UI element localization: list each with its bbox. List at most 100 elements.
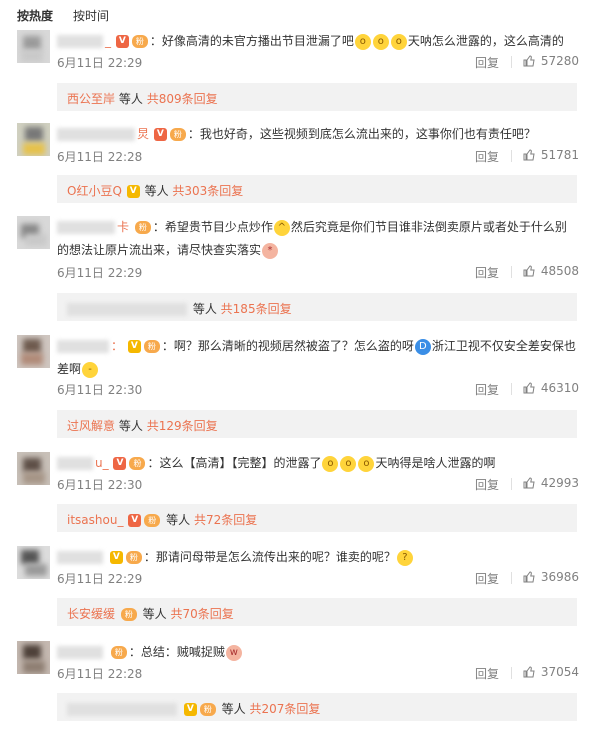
comment-time: 6月11日 22:28 <box>57 667 143 681</box>
thumb-up-icon <box>523 382 535 394</box>
reply-button[interactable]: 回复 <box>475 476 499 493</box>
avatar[interactable] <box>17 123 50 156</box>
sub-replies[interactable]: 过风解意 等人 共129条回复 <box>57 410 577 438</box>
vip-badge-icon: V <box>128 514 142 527</box>
reply-button[interactable]: 回复 <box>475 665 499 682</box>
surprised-emoji-icon: o <box>322 455 339 472</box>
like-button[interactable]: 46310 <box>519 381 579 395</box>
sort-by-time-tab[interactable]: 按时间 <box>73 7 109 24</box>
comment-text: 炅 V 粉：我也好奇，这些视频到底怎么流出来的，这事你们也有责任吧？ <box>57 123 585 145</box>
vip-badge-icon: V <box>183 703 197 716</box>
sub-reply-count-link[interactable]: 共72条回复 <box>194 513 257 527</box>
sub-reply-user[interactable]: itsashou_ <box>67 513 123 527</box>
comment-meta: 6月11日 22:28 回复 37054 <box>57 665 579 681</box>
like-count: 42993 <box>540 476 579 490</box>
sub-reply-user[interactable] <box>67 303 187 316</box>
username[interactable] <box>57 646 103 659</box>
sub-replies[interactable]: V粉 等人 共207条回复 <box>57 693 577 721</box>
username-tail[interactable]: 卡 <box>117 220 129 234</box>
sort-bar: 按热度 按时间 <box>0 0 596 28</box>
comment-body: ：这么【高清】【完整】的泄露了 <box>147 456 322 470</box>
sub-reply-count-link[interactable]: 共207条回复 <box>250 702 321 716</box>
username[interactable] <box>57 340 109 353</box>
sub-reply-count-link[interactable]: 共129条回复 <box>147 419 218 433</box>
sub-reply-user[interactable] <box>67 703 177 716</box>
divider <box>511 150 512 162</box>
like-button[interactable]: 42993 <box>519 476 579 490</box>
bow-emoji-icon: * <box>262 242 279 259</box>
username[interactable] <box>57 128 135 141</box>
comment-body: ：啊？那么清晰的视频居然被盗了？怎么盗的呀 <box>161 339 414 353</box>
sub-replies[interactable]: 长安缓缓 粉 等人 共70条回复 <box>57 598 577 626</box>
surprised-emoji-icon: o <box>358 455 375 472</box>
comment-text-line2: 差啊 - <box>57 358 585 380</box>
comment-meta: 6月11日 22:29 回复 57280 <box>57 54 579 70</box>
comment-time: 6月11日 22:29 <box>57 266 143 280</box>
username-tail[interactable]: ： <box>111 339 123 353</box>
reply-button[interactable]: 回复 <box>475 54 499 71</box>
like-button[interactable]: 51781 <box>519 148 579 162</box>
username[interactable] <box>57 35 103 48</box>
comment-body: ：我也好奇，这些视频到底怎么流出来的，这事你们也有责任吧？ <box>187 127 536 141</box>
username-tail[interactable]: _ <box>105 34 111 48</box>
sub-reply-count-link[interactable]: 共303条回复 <box>172 184 243 198</box>
sub-reply-mid: 等人 <box>144 184 169 198</box>
avatar[interactable] <box>17 452 50 485</box>
comment-body-cont: 天呐怎么泄露的，这么高清的 <box>407 34 564 48</box>
sub-replies[interactable]: itsashou_ V粉 等人 共72条回复 <box>57 504 577 532</box>
vip-badge-icon: V <box>127 340 141 353</box>
comment-meta: 6月11日 22:29 回复 48508 <box>57 264 579 280</box>
like-count: 37054 <box>540 665 579 679</box>
comment-meta: 6月11日 22:28 回复 51781 <box>57 148 579 164</box>
avatar[interactable] <box>17 546 50 579</box>
avatar[interactable] <box>17 335 50 368</box>
thumb-up-icon <box>523 55 535 67</box>
username-tail[interactable]: 炅 <box>137 127 149 141</box>
sub-reply-user[interactable]: O红小豆Q <box>67 184 122 198</box>
sort-by-hot-tab[interactable]: 按热度 <box>17 7 53 24</box>
avatar[interactable] <box>17 216 50 249</box>
like-button[interactable]: 48508 <box>519 264 579 278</box>
username[interactable] <box>57 551 103 564</box>
fans-badge-icon: 粉 <box>134 221 151 234</box>
sub-replies[interactable]: O红小豆Q V 等人 共303条回复 <box>57 175 577 203</box>
fans-badge-icon: 粉 <box>110 646 127 659</box>
sub-replies[interactable]: 西公至岸 等人 共809条回复 <box>57 83 577 111</box>
reply-button[interactable]: 回复 <box>475 264 499 281</box>
comment-body-cont: 然后究竟是你们节目谁非法倒卖原片或者处于什么别 <box>290 220 567 234</box>
avatar[interactable] <box>17 30 50 63</box>
divider <box>511 478 512 490</box>
thumb-up-icon <box>523 571 535 583</box>
reply-button[interactable]: 回复 <box>475 570 499 587</box>
sub-reply-mid: 等人 <box>221 702 246 716</box>
like-count: 57280 <box>540 54 579 68</box>
divider <box>511 383 512 395</box>
sub-replies[interactable]: 等人 共185条回复 <box>57 293 577 321</box>
sub-reply-count-link[interactable]: 共809条回复 <box>147 92 218 106</box>
avatar[interactable] <box>17 641 50 674</box>
username-tail[interactable]: u_ <box>95 456 109 470</box>
like-count: 51781 <box>540 148 579 162</box>
vip-badge-icon: V <box>126 185 140 198</box>
divider <box>511 266 512 278</box>
username[interactable] <box>57 221 115 234</box>
username[interactable] <box>57 457 93 470</box>
fans-badge-icon: 粉 <box>144 514 161 527</box>
comment-text: u_ V 粉：这么【高清】【完整】的泄露了 o o o 天呐得是啥人泄露的啊 <box>57 452 585 474</box>
sub-reply-mid: 等人 <box>118 92 143 106</box>
sub-reply-count-link[interactable]: 共70条回复 <box>171 607 234 621</box>
sub-reply-user[interactable]: 西公至岸 <box>67 92 115 106</box>
like-button[interactable]: 57280 <box>519 54 579 68</box>
divider <box>511 572 512 584</box>
reply-button[interactable]: 回复 <box>475 381 499 398</box>
sub-reply-count-link[interactable]: 共185条回复 <box>221 302 292 316</box>
surprised-emoji-icon: o <box>372 33 389 50</box>
comment-time: 6月11日 22:28 <box>57 150 143 164</box>
like-button[interactable]: 37054 <box>519 665 579 679</box>
thumb-up-icon <box>523 477 535 489</box>
reply-button[interactable]: 回复 <box>475 148 499 165</box>
sub-reply-user[interactable]: 长安缓缓 <box>67 607 115 621</box>
sub-reply-user[interactable]: 过风解意 <box>67 419 115 433</box>
like-button[interactable]: 36986 <box>519 570 579 584</box>
sub-reply-mid: 等人 <box>118 419 143 433</box>
